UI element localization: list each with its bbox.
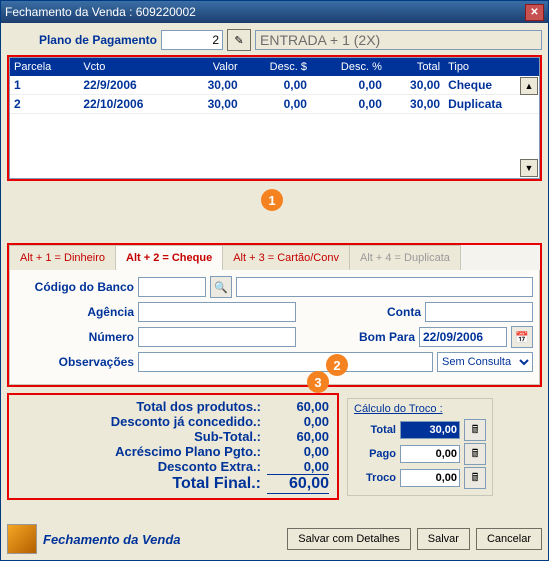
change-header: Cálculo do Troco :: [354, 403, 486, 415]
totals-box: Total dos produtos.:60,00 Desconto já co…: [7, 393, 339, 500]
consulta-select[interactable]: Sem Consulta: [437, 352, 533, 372]
payment-type-box: Alt + 1 = Dinheiro Alt + 2 = Cheque Alt …: [7, 243, 542, 387]
conta-label: Conta: [387, 305, 421, 319]
footer-logo: [7, 524, 37, 554]
tab-body-cheque: Código do Banco 🔍 Agência Conta Número B…: [9, 270, 540, 385]
agencia-input[interactable]: [138, 302, 296, 322]
bompara-label: Bom Para: [359, 330, 415, 344]
tab-dinheiro[interactable]: Alt + 1 = Dinheiro: [9, 245, 116, 270]
tab-duplicata[interactable]: Alt + 4 = Duplicata: [349, 245, 461, 270]
change-box: Cálculo do Troco : Total 🖩 Pago 🖩 Troco …: [347, 398, 493, 496]
tab-cartao[interactable]: Alt + 3 = Cartão/Conv: [222, 245, 350, 270]
numero-label: Número: [16, 330, 134, 344]
sale-closing-window: Fechamento da Venda : 609220002 ✕ Plano …: [0, 0, 549, 561]
calculator-icon: 🖩: [472, 445, 479, 464]
change-paid-input[interactable]: [400, 445, 460, 463]
callout-1: 1: [261, 189, 283, 211]
footer-title: Fechamento da Venda: [43, 533, 181, 546]
payment-plan-input[interactable]: [161, 30, 223, 50]
payment-plan-row: Plano de Pagamento ✎ ENTRADA + 1 (2X): [7, 29, 542, 51]
installments-table: Parcela Vcto Valor Desc. $ Desc. % Total…: [10, 58, 539, 114]
agencia-label: Agência: [16, 305, 134, 319]
bank-code-input[interactable]: [138, 277, 206, 297]
conta-input[interactable]: [425, 302, 533, 322]
titlebar: Fechamento da Venda : 609220002 ✕: [1, 1, 548, 23]
obs-label: Observações: [16, 355, 134, 369]
window-title: Fechamento da Venda : 609220002: [5, 5, 196, 19]
calendar-icon: 📅: [515, 331, 529, 344]
bank-lookup-button[interactable]: 🔍: [210, 276, 232, 298]
obs-input[interactable]: [138, 352, 433, 372]
save-button[interactable]: Salvar: [417, 528, 470, 550]
save-with-details-button[interactable]: Salvar com Detalhes: [287, 528, 411, 550]
calc-button-3[interactable]: 🖩: [464, 467, 486, 489]
calc-button-1[interactable]: 🖩: [464, 419, 486, 441]
bank-name-input[interactable]: [236, 277, 533, 297]
col-tipo: Tipo: [444, 58, 539, 76]
change-total-input[interactable]: [400, 421, 460, 439]
numero-input[interactable]: [138, 327, 296, 347]
wand-button[interactable]: ✎: [227, 29, 251, 51]
col-valor: Valor: [183, 58, 241, 76]
table-row[interactable]: 1 22/9/2006 30,00 0,00 0,00 30,00 Cheque: [10, 76, 539, 95]
payment-plan-name: ENTRADA + 1 (2X): [255, 30, 542, 50]
col-vcto: Vcto: [79, 58, 183, 76]
col-total: Total: [386, 58, 444, 76]
change-result-input[interactable]: [400, 469, 460, 487]
bompara-input[interactable]: [419, 327, 507, 347]
calculator-icon: 🖩: [472, 469, 479, 488]
calc-button-2[interactable]: 🖩: [464, 443, 486, 465]
date-picker-button[interactable]: 📅: [511, 326, 533, 348]
table-row[interactable]: 2 22/10/2006 30,00 0,00 0,00 30,00 Dupli…: [10, 95, 539, 114]
payment-plan-label: Plano de Pagamento: [7, 33, 157, 47]
col-desc-p: Desc. %: [311, 58, 386, 76]
footer: Fechamento da Venda Salvar com Detalhes …: [7, 524, 542, 554]
scroll-down-button[interactable]: ▼: [520, 159, 538, 177]
callout-2: 2: [326, 354, 348, 376]
tab-cheque[interactable]: Alt + 2 = Cheque: [115, 245, 223, 270]
scroll-up-button[interactable]: ▲: [520, 77, 538, 95]
installments-box: Parcela Vcto Valor Desc. $ Desc. % Total…: [7, 55, 542, 181]
bank-code-label: Código do Banco: [16, 280, 134, 294]
close-button[interactable]: ✕: [525, 4, 544, 21]
wand-icon: ✎: [234, 34, 243, 47]
callout-3: 3: [307, 371, 329, 393]
calculator-icon: 🖩: [472, 421, 479, 440]
search-icon: 🔍: [214, 281, 228, 294]
tab-strip: Alt + 1 = Dinheiro Alt + 2 = Cheque Alt …: [9, 245, 540, 270]
col-desc-v: Desc. $: [242, 58, 311, 76]
cancel-button[interactable]: Cancelar: [476, 528, 542, 550]
col-parcela: Parcela: [10, 58, 79, 76]
